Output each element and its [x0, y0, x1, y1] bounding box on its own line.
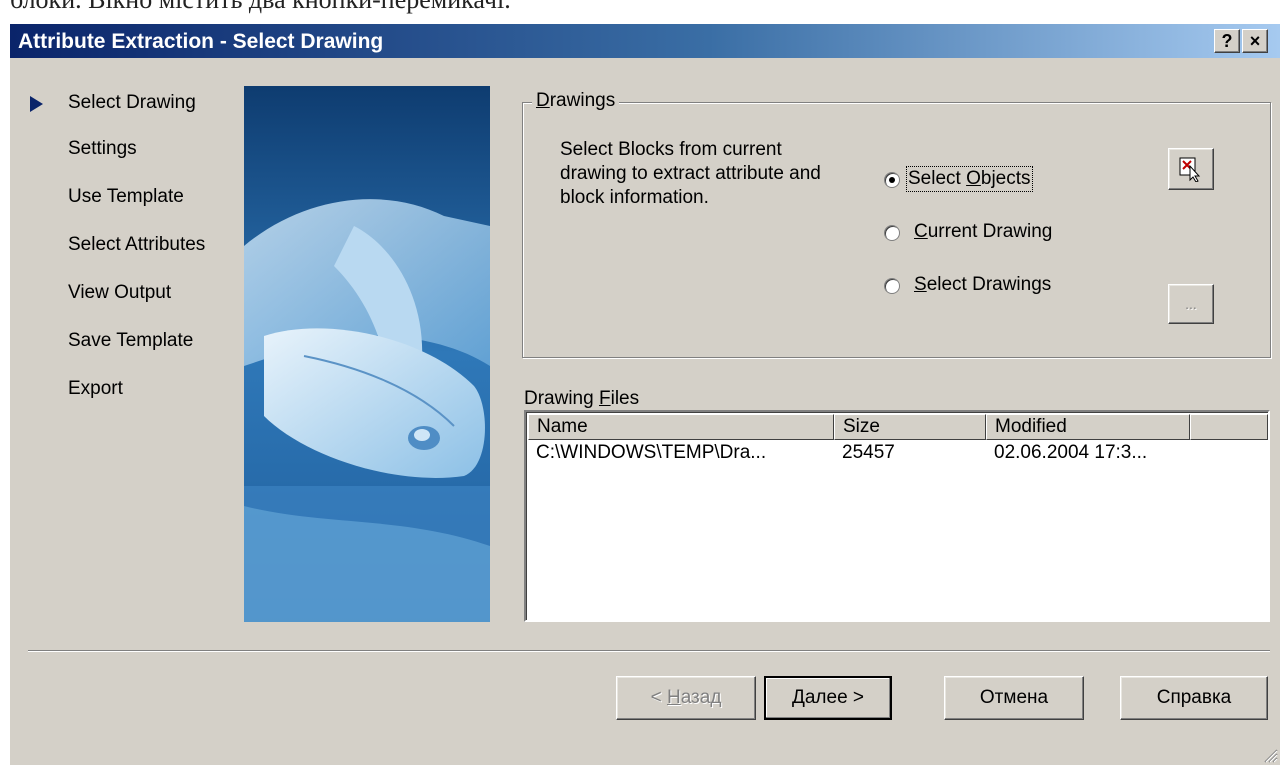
- select-drawings-label[interactable]: Select Drawings: [914, 274, 1051, 296]
- step-settings: Settings: [68, 138, 137, 159]
- mnemonic: D: [536, 90, 550, 111]
- column-header-modified[interactable]: Modified: [986, 414, 1190, 440]
- cell-size: 25457: [842, 442, 895, 463]
- select-objects-pick-button[interactable]: [1168, 148, 1214, 190]
- cell-name: C:\WINDOWS\TEMP\Dra...: [536, 442, 767, 463]
- column-header-name[interactable]: Name: [528, 414, 834, 440]
- step-label: Select Drawing: [68, 92, 196, 113]
- label-part: азад: [680, 687, 722, 708]
- label-part: iles: [610, 388, 640, 409]
- mnemonic: O: [966, 168, 981, 189]
- drawing-files-list[interactable]: Name Size Modified C:\WINDOWS\TEMP\Dra..…: [524, 410, 1270, 622]
- title-bar[interactable]: Attribute Extraction - Select Drawing ? …: [10, 24, 1280, 58]
- legend-text: rawings: [549, 90, 616, 111]
- wizard-illustration: [244, 86, 490, 622]
- dialog-title: Attribute Extraction - Select Drawing: [18, 30, 384, 53]
- footer-separator: [28, 650, 1270, 652]
- mnemonic: C: [914, 221, 928, 242]
- cell-modified: 02.06.2004 17:3...: [994, 442, 1148, 463]
- column-header-size[interactable]: Size: [834, 414, 986, 440]
- step-export: Export: [68, 378, 123, 399]
- mnemonic: Н: [666, 687, 681, 708]
- column-header-empty: [1190, 414, 1268, 440]
- help-title-button[interactable]: ?: [1214, 29, 1240, 53]
- radio-checked-dot: [889, 177, 895, 183]
- back-button[interactable]: < Назад: [616, 676, 756, 720]
- triangle-right-icon: [30, 96, 43, 112]
- step-save-template: Save Template: [68, 330, 194, 351]
- select-drawings-radio[interactable]: [884, 278, 900, 294]
- close-title-button[interactable]: ×: [1242, 29, 1268, 53]
- table-row[interactable]: C:\WINDOWS\TEMP\Dra... 25457 02.06.2004 …: [528, 442, 1266, 468]
- label-part: bjects: [980, 168, 1031, 189]
- list-header: Name Size Modified: [528, 414, 1268, 440]
- pick-cursor-icon: [1179, 157, 1201, 182]
- cancel-button[interactable]: Отмена: [944, 676, 1084, 720]
- mnemonic: S: [914, 274, 927, 295]
- next-button[interactable]: Далее >: [764, 676, 892, 720]
- help-button[interactable]: Справка: [1120, 676, 1268, 720]
- select-objects-radio[interactable]: [884, 172, 900, 188]
- resize-grip-icon[interactable]: [1262, 747, 1278, 763]
- label-part: urrent Drawing: [927, 221, 1053, 242]
- step-select-attributes: Select Attributes: [68, 234, 206, 255]
- mnemonic: F: [598, 388, 611, 409]
- step-view-output: View Output: [68, 282, 172, 303]
- current-drawing-radio[interactable]: [884, 225, 900, 241]
- hand-on-mouse-image: [244, 86, 490, 622]
- drawing-files-label: Drawing Files: [524, 388, 639, 410]
- drawings-description: Select Blocks from current drawing to ex…: [560, 139, 821, 208]
- step-use-template: Use Template: [68, 186, 184, 207]
- browse-drawings-button[interactable]: ...: [1168, 284, 1214, 324]
- current-drawing-label[interactable]: Current Drawing: [914, 221, 1052, 243]
- drawings-group-label: Drawings: [532, 90, 620, 112]
- label-part: <: [650, 687, 662, 708]
- background-document-line: блоки. Вікно містить два кнопки-перемика…: [10, 0, 511, 14]
- select-objects-label[interactable]: Select Objects: [906, 166, 1033, 192]
- label-part: Select: [908, 168, 967, 189]
- label-part: elect Drawings: [926, 274, 1052, 295]
- label-part: Drawing: [524, 388, 599, 409]
